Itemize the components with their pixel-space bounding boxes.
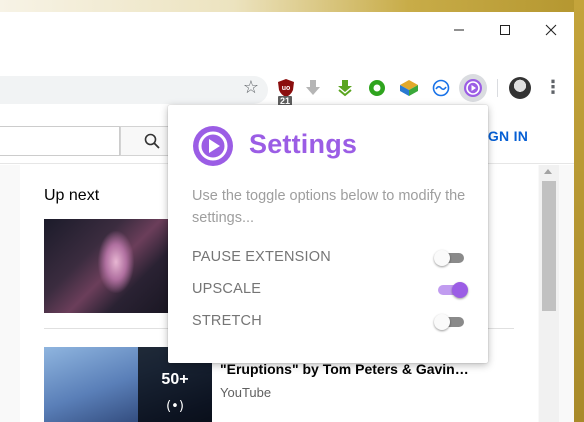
- scroll-up-arrow-icon[interactable]: [544, 169, 552, 174]
- maximize-icon: [500, 25, 510, 35]
- svg-text:uo: uo: [282, 85, 291, 92]
- sync-icon[interactable]: [430, 77, 452, 99]
- play-extension-icon[interactable]: [462, 77, 484, 99]
- extension-logo-icon: [193, 126, 233, 166]
- cube-icon[interactable]: [398, 77, 420, 99]
- option-label: STRETCH: [192, 313, 262, 329]
- upscale-toggle[interactable]: [434, 282, 468, 298]
- close-button[interactable]: [536, 18, 566, 42]
- minimize-icon: [454, 29, 464, 31]
- star-icon[interactable]: ☆: [241, 77, 261, 99]
- pause-extension-toggle[interactable]: [434, 250, 468, 266]
- up-next-heading: Up next: [44, 187, 100, 204]
- playlist-icon: (•): [166, 399, 184, 414]
- title-bar: [0, 12, 574, 50]
- search-input[interactable]: [0, 126, 120, 156]
- toggle-knob: [452, 282, 468, 298]
- desktop-wallpaper: [0, 0, 584, 12]
- option-stretch: STRETCH: [192, 311, 464, 333]
- toggle-knob: [434, 314, 450, 330]
- option-label: PAUSE EXTENSION: [192, 249, 331, 265]
- address-bar[interactable]: [0, 76, 268, 104]
- download-gray-icon[interactable]: [302, 77, 324, 99]
- page-scrollbar[interactable]: [539, 165, 559, 422]
- settings-popup: Settings Use the toggle options below to…: [168, 105, 488, 363]
- minimize-button[interactable]: [444, 18, 474, 42]
- desktop-wallpaper-edge: [574, 0, 584, 422]
- video-channel[interactable]: YouTube: [220, 385, 271, 400]
- option-pause-extension: PAUSE EXTENSION: [192, 247, 464, 269]
- more-vert-icon[interactable]: ⋮: [544, 77, 562, 99]
- scroll-thumb[interactable]: [542, 181, 556, 311]
- close-icon: [545, 24, 557, 36]
- profile-avatar[interactable]: [509, 77, 531, 99]
- toolbar-separator: [497, 79, 498, 97]
- option-upscale: UPSCALE: [192, 279, 468, 301]
- search-icon: [144, 133, 160, 149]
- stretch-toggle[interactable]: [434, 314, 468, 330]
- download-green-icon[interactable]: [334, 77, 356, 99]
- option-label: UPSCALE: [192, 281, 262, 297]
- maximize-button[interactable]: [490, 18, 520, 42]
- video-title[interactable]: "Eruptions" by Tom Peters & Gavin…: [220, 361, 520, 377]
- toggle-knob: [434, 250, 450, 266]
- playlist-count: 50+: [161, 371, 189, 388]
- green-circle-icon[interactable]: [366, 77, 388, 99]
- popup-title: Settings: [249, 129, 358, 159]
- thumbnail-artwork: [98, 231, 134, 293]
- popup-description: Use the toggle options below to modify t…: [192, 188, 466, 226]
